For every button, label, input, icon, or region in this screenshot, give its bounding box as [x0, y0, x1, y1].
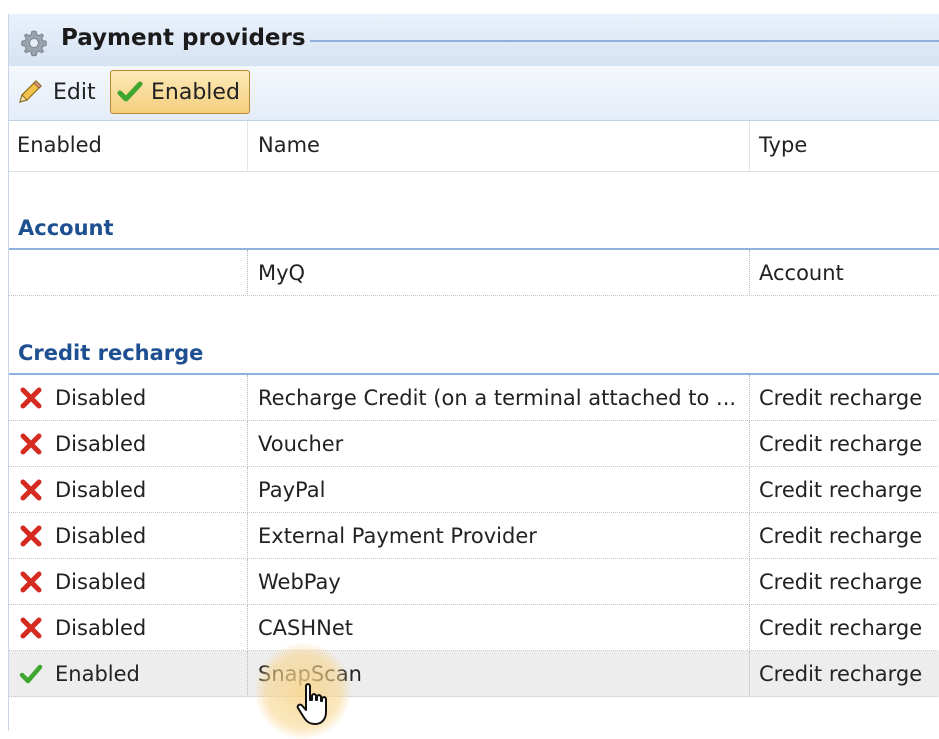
- red-x-icon: [20, 617, 42, 639]
- status-text: Disabled: [55, 570, 147, 594]
- toolbar: Edit Enabled: [9, 66, 939, 121]
- hand-cursor-icon: [296, 683, 327, 725]
- group-label: Account: [18, 216, 114, 240]
- payment-providers-panel: Payment providers Edit Enabled Enabled N…: [8, 14, 939, 731]
- enabled-button[interactable]: Enabled: [110, 70, 250, 114]
- cell-type: Credit recharge: [759, 616, 923, 640]
- cell-enabled: [19, 250, 245, 296]
- cell-enabled: Enabled: [19, 651, 245, 697]
- cell-type: Credit recharge: [759, 386, 923, 410]
- status-text: Disabled: [55, 524, 147, 548]
- group-header-credit-recharge[interactable]: Credit recharge: [9, 335, 939, 375]
- cell-name: PayPal: [258, 478, 326, 502]
- cell-name: WebPay: [258, 570, 341, 594]
- red-x-icon: [20, 525, 42, 547]
- cell-type: Credit recharge: [759, 432, 923, 456]
- status-text: Disabled: [55, 386, 147, 410]
- group-label: Credit recharge: [18, 341, 204, 365]
- title-bar: Payment providers: [9, 14, 939, 66]
- status-text: Disabled: [55, 616, 147, 640]
- status-text: Disabled: [55, 432, 147, 456]
- table-row[interactable]: MyQ Account: [9, 250, 939, 296]
- column-header-enabled[interactable]: Enabled: [17, 133, 102, 157]
- column-separator[interactable]: [247, 121, 248, 171]
- column-separator[interactable]: [749, 121, 750, 171]
- table-row-selected[interactable]: Enabled SnapScan Credit recharge: [9, 651, 939, 697]
- cell-enabled: Disabled: [19, 467, 245, 513]
- green-check-icon: [19, 664, 43, 684]
- cell-name: Recharge Credit (on a terminal attached …: [258, 386, 737, 410]
- status-text: Disabled: [55, 478, 147, 502]
- red-x-icon: [20, 571, 42, 593]
- table-row[interactable]: Disabled WebPay Credit recharge: [9, 559, 939, 605]
- title-divider: [310, 40, 939, 42]
- table-row[interactable]: Disabled External Payment Provider Credi…: [9, 513, 939, 559]
- cell-enabled: Disabled: [19, 605, 245, 651]
- red-x-icon: [20, 479, 42, 501]
- red-x-icon: [20, 433, 42, 455]
- edit-button-label: Edit: [53, 79, 96, 105]
- cell-type: Account: [759, 261, 844, 285]
- cell-enabled: Disabled: [19, 375, 245, 421]
- cell-name: CASHNet: [258, 616, 354, 640]
- cell-enabled: Disabled: [19, 421, 245, 467]
- column-header-row: Enabled Name Type: [9, 121, 939, 172]
- table-row[interactable]: Disabled Recharge Credit (on a terminal …: [9, 375, 939, 421]
- checkmark-icon: [117, 81, 143, 102]
- group-header-account[interactable]: Account: [9, 210, 939, 250]
- gear-icon: [21, 30, 47, 57]
- column-header-name[interactable]: Name: [258, 133, 320, 157]
- page-title: Payment providers: [61, 25, 306, 51]
- cell-enabled: Disabled: [19, 559, 245, 605]
- column-header-type[interactable]: Type: [759, 133, 807, 157]
- cell-enabled: Disabled: [19, 513, 245, 559]
- table-row[interactable]: Disabled Voucher Credit recharge: [9, 421, 939, 467]
- enabled-button-label: Enabled: [151, 79, 240, 105]
- cell-name: Voucher: [258, 432, 344, 456]
- cell-type: Credit recharge: [759, 478, 923, 502]
- cell-type: Credit recharge: [759, 662, 923, 686]
- edit-button[interactable]: Edit: [15, 70, 107, 114]
- pencil-icon: [19, 80, 42, 103]
- cell-type: Credit recharge: [759, 570, 923, 594]
- cell-name: MyQ: [258, 261, 306, 285]
- table-row[interactable]: Disabled CASHNet Credit recharge: [9, 605, 939, 651]
- table-row[interactable]: Disabled PayPal Credit recharge: [9, 467, 939, 513]
- cell-type: Credit recharge: [759, 524, 923, 548]
- red-x-icon: [20, 387, 42, 409]
- status-text: Enabled: [55, 662, 140, 686]
- cell-name: External Payment Provider: [258, 524, 537, 548]
